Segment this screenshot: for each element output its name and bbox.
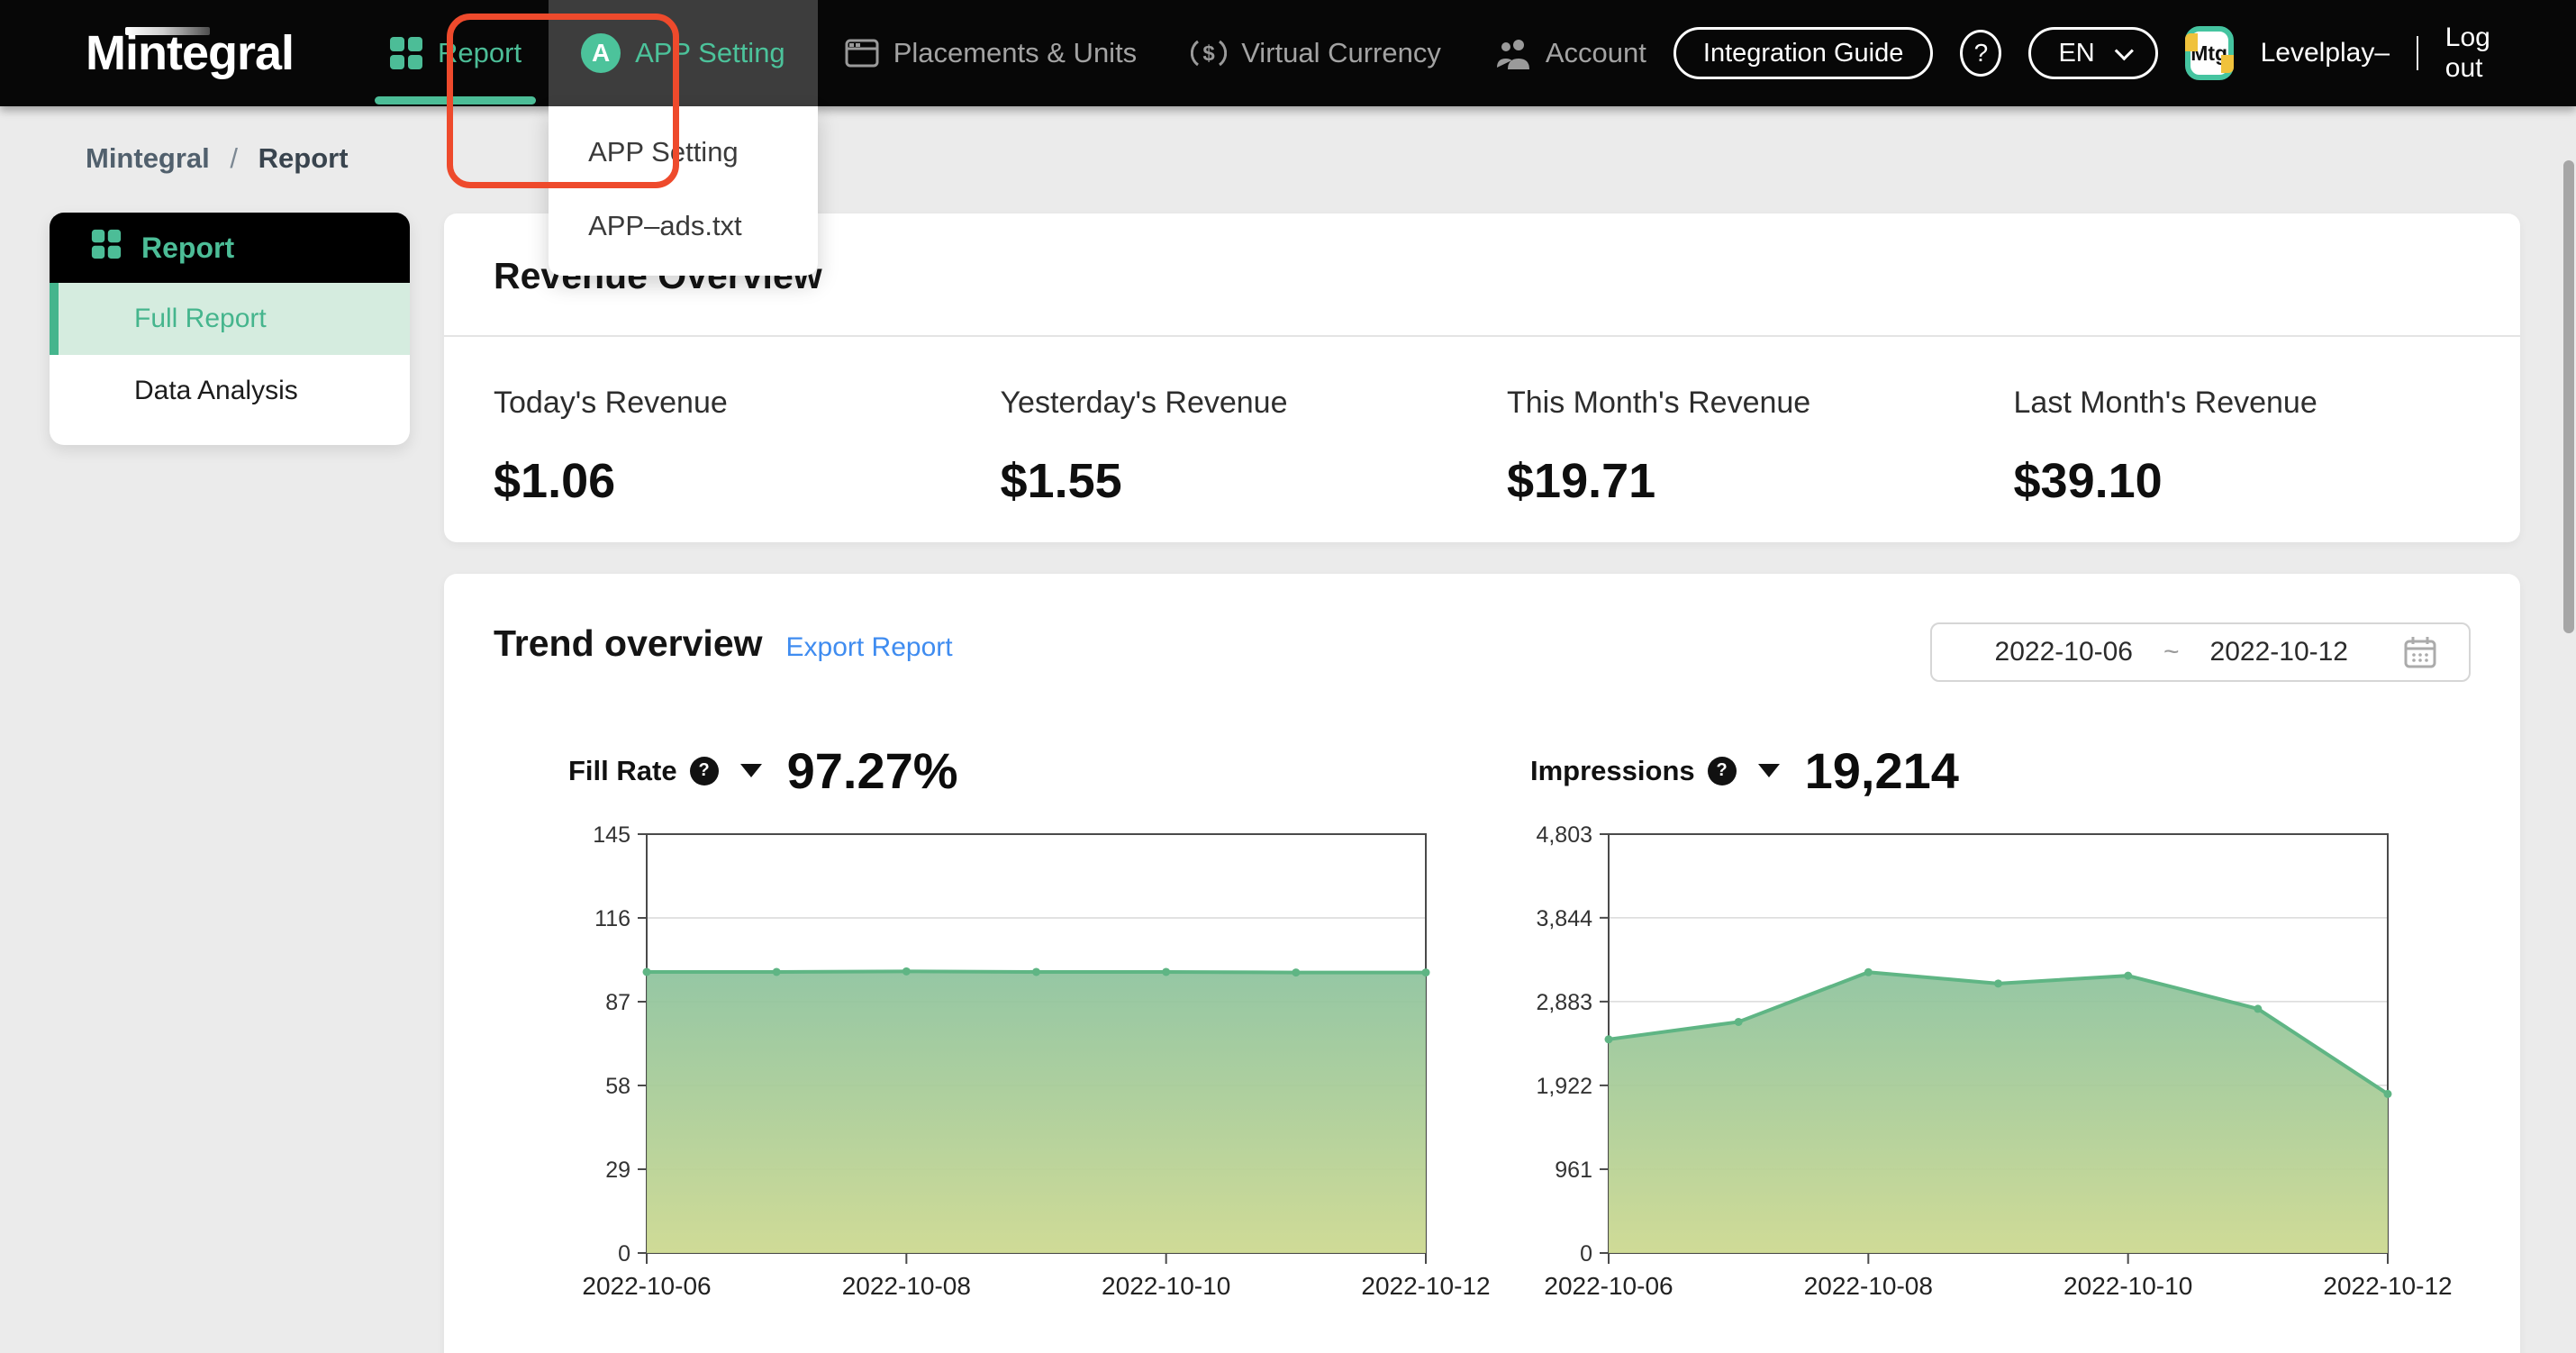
charts-row: Fill Rate ? 97.27% 0 29 58 87 116 145 2022-10-… (444, 741, 2520, 1310)
nav-label: APP Setting (635, 37, 785, 69)
main-nav: Report A APP Setting APP Setting APP–ads… (362, 0, 1673, 106)
scrollbar-thumb[interactable] (2563, 160, 2574, 633)
svg-text:87: 87 (605, 990, 630, 1015)
svg-text:3,844: 3,844 (1536, 906, 1592, 931)
sidebar-padding (50, 427, 410, 445)
grid-icon (389, 36, 423, 70)
stat-yesterdays-revenue: Yesterday's Revenue $1.55 (1001, 386, 1508, 509)
stat-this-months-revenue: This Month's Revenue $19.71 (1507, 386, 2014, 509)
help-icon[interactable]: ? (1960, 30, 2001, 77)
svg-text:$: $ (1203, 41, 1216, 66)
metric-value: 19,214 (1805, 741, 1959, 800)
sidebar-item-data-analysis[interactable]: Data Analysis (50, 355, 410, 427)
caret-down-icon[interactable] (740, 764, 762, 777)
app-store-icon: A (581, 33, 621, 73)
svg-text:961: 961 (1555, 1158, 1592, 1183)
breadcrumb-separator: / (230, 142, 238, 174)
breadcrumb-current: Report (259, 142, 349, 174)
svg-text:2022-10-08: 2022-10-08 (842, 1272, 971, 1300)
svg-text:2022-10-06: 2022-10-06 (1544, 1272, 1673, 1300)
calendar-icon (2402, 634, 2438, 670)
top-navbar: Mintegral Report A APP Setting APP Setti… (0, 0, 2576, 106)
svg-text:2022-10-12: 2022-10-12 (1361, 1272, 1490, 1300)
stat-last-months-revenue: Last Month's Revenue $39.10 (2014, 386, 2521, 509)
export-report-link[interactable]: Export Report (786, 632, 953, 663)
nav-label: Report (438, 37, 522, 69)
language-selector[interactable]: EN (2028, 27, 2157, 79)
breadcrumb-root[interactable]: Mintegral (86, 142, 210, 174)
revenue-stats: Today's Revenue $1.06 Yesterday's Revenu… (444, 337, 2520, 509)
mintegral-logo[interactable]: Mintegral (86, 25, 294, 81)
divider (2417, 36, 2418, 70)
sidebar-header-label: Report (141, 232, 234, 265)
svg-text:145: 145 (593, 823, 630, 848)
svg-text:58: 58 (605, 1074, 630, 1099)
avatar-accent (2221, 55, 2234, 73)
date-range-picker[interactable]: 2022-10-06 ~ 2022-10-12 (1930, 622, 2471, 682)
logo-macron (125, 27, 210, 35)
impressions-metric-row: Impressions ? 19,214 (1530, 741, 2460, 800)
nav-label: Placements & Units (893, 37, 1138, 69)
breadcrumb: Mintegral / Report (86, 142, 349, 175)
account-name: Levelplay– (2261, 38, 2390, 68)
metric-value: 97.27% (787, 741, 958, 800)
menu-item-app-setting[interactable]: APP Setting (549, 115, 818, 189)
grid-icon (91, 229, 122, 267)
logout-button[interactable]: Log out (2445, 23, 2524, 84)
svg-text:0: 0 (618, 1241, 630, 1267)
metric-label: Impressions (1530, 755, 1695, 787)
svg-text:1,922: 1,922 (1536, 1074, 1592, 1099)
fill-rate-chart-block: Fill Rate ? 97.27% 0 29 58 87 116 145 2022-10-… (561, 741, 1498, 1310)
nav-item-account[interactable]: Account (1468, 0, 1673, 106)
svg-text:2022-10-10: 2022-10-10 (2064, 1272, 2192, 1300)
nav-item-placements-units[interactable]: Placements & Units (818, 0, 1165, 106)
svg-text:2,883: 2,883 (1536, 990, 1592, 1015)
trend-overview-card: Trend overview Export Report 2022-10-06 … (444, 574, 2520, 1353)
chevron-down-icon (2114, 41, 2133, 60)
sidebar-item-full-report[interactable]: Full Report (50, 283, 410, 355)
svg-text:2022-10-08: 2022-10-08 (1804, 1272, 1933, 1300)
menu-item-app-ads-txt[interactable]: APP–ads.txt (549, 189, 818, 263)
user-icon (1495, 35, 1531, 71)
avatar[interactable]: Mtg (2185, 26, 2234, 80)
fill-rate-metric-row: Fill Rate ? 97.27% (568, 741, 1498, 800)
svg-text:2022-10-10: 2022-10-10 (1102, 1272, 1230, 1300)
svg-text:116: 116 (594, 906, 630, 931)
sidebar-header-report[interactable]: Report (50, 213, 410, 283)
date-end[interactable]: 2022-10-12 (2210, 637, 2348, 667)
language-value: EN (2058, 39, 2094, 68)
date-start[interactable]: 2022-10-06 (1995, 637, 2133, 667)
svg-text:0: 0 (1580, 1241, 1592, 1267)
trend-overview-title: Trend overview (494, 622, 763, 665)
nav-label: Account (1546, 37, 1646, 69)
question-circle-icon[interactable]: ? (1708, 757, 1737, 785)
caret-down-icon[interactable] (1758, 764, 1780, 777)
impressions-chart-block: Impressions ? 19,214 0 961 1,922 2,883 3,844… (1523, 741, 2460, 1310)
question-circle-icon[interactable]: ? (690, 757, 719, 785)
avatar-accent (2185, 33, 2198, 51)
integration-guide-button[interactable]: Integration Guide (1673, 27, 1933, 79)
svg-text:4,803: 4,803 (1536, 823, 1592, 848)
app-setting-dropdown: APP Setting APP–ads.txt (549, 106, 818, 276)
fill-rate-chart: 0 29 58 87 116 145 2022-10-06 2022-10-08 2022-10… (561, 823, 1498, 1305)
stat-todays-revenue: Today's Revenue $1.06 (494, 386, 1001, 509)
date-separator: ~ (2163, 637, 2180, 667)
trend-header: Trend overview Export Report 2022-10-06 … (444, 574, 2520, 682)
currency-icon: $ (1191, 35, 1227, 71)
nav-item-app-setting[interactable]: A APP Setting APP Setting APP–ads.txt (549, 0, 818, 106)
nav-item-virtual-currency[interactable]: $ Virtual Currency (1164, 0, 1468, 106)
window-icon (845, 36, 879, 70)
navbar-right: Integration Guide ? EN Mtg Levelplay– Lo… (1673, 23, 2524, 84)
svg-text:29: 29 (605, 1158, 630, 1183)
impressions-chart: 0 961 1,922 2,883 3,844 4,803 2022-10-06 2022-1… (1523, 823, 2460, 1305)
nav-item-report[interactable]: Report (362, 0, 549, 106)
metric-label: Fill Rate (568, 755, 677, 787)
svg-text:2022-10-06: 2022-10-06 (582, 1272, 711, 1300)
sidebar: Report Full Report Data Analysis (50, 213, 410, 445)
svg-text:2022-10-12: 2022-10-12 (2323, 1272, 2452, 1300)
nav-label: Virtual Currency (1241, 37, 1441, 69)
